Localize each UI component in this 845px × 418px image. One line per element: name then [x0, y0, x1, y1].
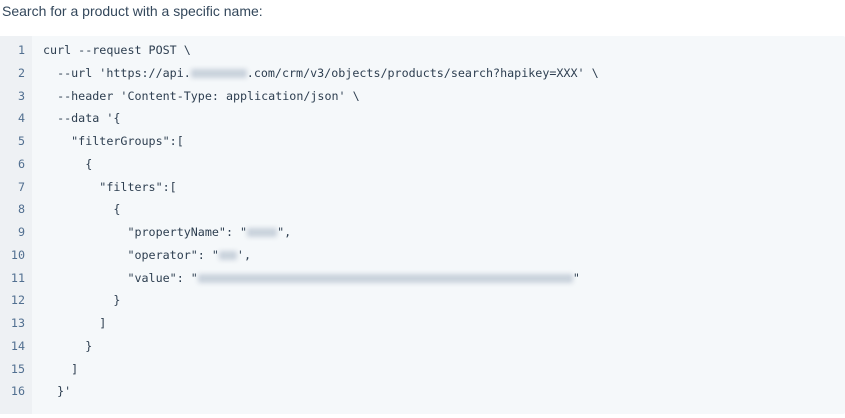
line-number: 2 — [17, 65, 25, 80]
code-line: 14 } — [0, 339, 845, 362]
line-number: 7 — [17, 179, 25, 194]
code-text: curl --request POST \ — [43, 43, 191, 66]
code-text: { — [43, 202, 120, 225]
code-text: "filters":[ — [43, 179, 177, 203]
line-number: 15 — [10, 361, 25, 376]
code-line: 10 "operator": " ', — [0, 248, 845, 271]
code-line: 11 "value": " " — [0, 271, 845, 294]
code-text: }' — [43, 384, 71, 407]
code-segment: ', — [236, 247, 251, 262]
code-line: 2 --url 'https://api. .com/crm/v3/objects… — [0, 66, 845, 89]
line-number: 6 — [17, 156, 25, 171]
code-segment: "filterGroups":[ — [43, 134, 184, 148]
redacted-text — [247, 228, 278, 237]
code-lines: 1 curl --request POST \ 2 --url 'https://a… — [0, 43, 845, 407]
code-line: 16 }' — [0, 384, 845, 407]
code-text: --data '{ — [43, 111, 120, 134]
line-number: 11 — [10, 270, 25, 285]
line-number: 16 — [10, 384, 25, 399]
code-segment: .com/crm/v3/objects/products/search?hapi… — [246, 65, 599, 80]
line-number: 1 — [17, 43, 25, 57]
code-line: 5 "filterGroups":[ — [0, 134, 845, 157]
line-number: 10 — [10, 247, 25, 262]
code-segment: "operator": " — [43, 247, 219, 262]
code-segment: "propertyName": " — [43, 225, 248, 239]
line-number: 9 — [17, 225, 25, 239]
code-text: } — [43, 339, 92, 362]
code-text: "filterGroups":[ — [43, 134, 184, 157]
line-number: 3 — [17, 88, 25, 103]
redacted-text — [190, 68, 247, 78]
code-text: "operator": " ', — [43, 248, 251, 271]
redacted-text — [218, 250, 237, 260]
code-segment: curl --request POST \ — [43, 43, 191, 57]
code-text: } — [43, 293, 120, 316]
code-segment: "value": " — [43, 270, 198, 285]
code-text: "value": " " — [43, 270, 580, 294]
code-block[interactable]: 1 curl --request POST \ 2 --url 'https://a… — [0, 36, 845, 414]
section-heading: Search for a product with a specific nam… — [2, 3, 263, 19]
code-line: 7 "filters":[ — [0, 180, 845, 203]
code-text: { — [43, 157, 92, 180]
code-text: --url 'https://api. .com/crm/v3/objects/p… — [43, 66, 599, 89]
code-text: ] — [43, 316, 106, 339]
code-segment: " — [572, 270, 580, 285]
code-segment: --data '{ — [43, 111, 121, 126]
code-line: 8 { — [0, 202, 845, 225]
code-text: "propertyName": " ", — [43, 225, 291, 248]
code-line: 4 --data '{ — [0, 111, 845, 134]
code-line: 15 ] — [0, 362, 845, 385]
line-number: 4 — [17, 111, 25, 126]
line-number: 14 — [10, 338, 25, 353]
code-segment: --header 'Content-Type: application/json… — [43, 88, 360, 103]
code-text: --header 'Content-Type: application/json… — [43, 89, 360, 112]
code-line: 12 } — [0, 293, 845, 316]
code-segment: } — [43, 338, 93, 353]
line-number: 13 — [10, 316, 25, 330]
code-segment: ] — [43, 361, 79, 376]
code-line: 3 --header 'Content-Type: application/js… — [0, 89, 845, 112]
code-line: 1 curl --request POST \ — [0, 43, 845, 66]
code-segment: { — [43, 156, 93, 171]
code-segment: "filters":[ — [43, 179, 177, 194]
code-text: ] — [43, 362, 78, 385]
code-line: 9 "propertyName": " ", — [0, 225, 845, 248]
line-number: 8 — [17, 202, 25, 217]
line-number: 5 — [17, 134, 25, 148]
code-segment: { — [43, 202, 121, 217]
code-line: 13 ] — [0, 316, 845, 339]
code-segment: --url 'https://api. — [43, 65, 191, 80]
code-segment: ] — [43, 316, 107, 330]
code-segment: ", — [277, 225, 292, 239]
redacted-text — [197, 273, 573, 283]
code-segment: }' — [43, 384, 72, 399]
line-number: 12 — [10, 293, 25, 308]
code-segment: } — [43, 293, 121, 308]
code-line: 6 { — [0, 157, 845, 180]
